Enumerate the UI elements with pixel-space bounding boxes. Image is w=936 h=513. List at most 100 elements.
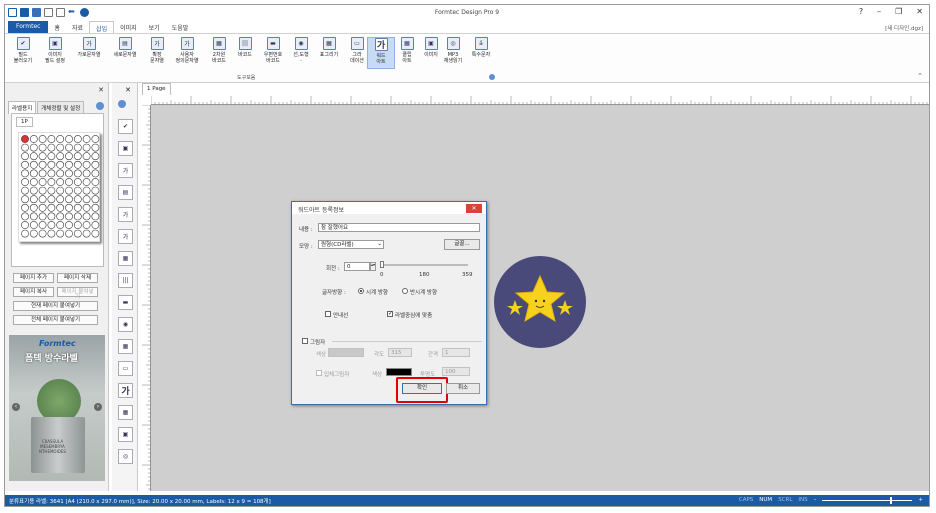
tool-gradation-icon[interactable]: ▭ [118, 361, 133, 376]
label-cell[interactable] [73, 195, 82, 204]
label-cell[interactable] [38, 221, 47, 229]
close-icon[interactable]: ✕ [916, 7, 923, 16]
label-cell[interactable] [56, 221, 65, 229]
rotation-slider-track[interactable] [382, 264, 468, 266]
label-cell[interactable] [21, 195, 29, 204]
label-cell[interactable] [65, 221, 73, 229]
tool-table-icon[interactable]: ▦ [118, 339, 133, 354]
paste-current-page-button[interactable]: 현재 페이지 붙여넣기 [13, 301, 98, 311]
label-cell[interactable] [91, 152, 100, 161]
label-cell[interactable] [65, 169, 73, 178]
zoom-in-button[interactable]: + [918, 497, 923, 503]
table-button[interactable]: ▦ 표그리기 [315, 37, 343, 58]
shadow-color2-swatch[interactable] [386, 368, 412, 376]
counterclockwise-radio[interactable] [402, 288, 408, 294]
label-cell[interactable] [29, 203, 38, 212]
label-cell[interactable] [82, 143, 91, 152]
dialog-close-button[interactable]: ✕ [466, 204, 482, 213]
label-cell[interactable] [47, 203, 56, 212]
label-cell[interactable] [91, 143, 100, 152]
label-cell[interactable] [82, 195, 91, 204]
label-cell[interactable] [73, 186, 82, 195]
toolbox-settings-icon[interactable] [118, 100, 126, 108]
wordart-label-preview[interactable] [494, 256, 586, 348]
label-cell[interactable] [29, 143, 38, 152]
label-cell[interactable] [56, 212, 65, 221]
rotation-slider-thumb[interactable] [380, 261, 384, 268]
label-cell[interactable] [21, 178, 29, 186]
label-cell[interactable] [38, 152, 47, 161]
label-cell[interactable] [91, 229, 100, 238]
label-cell[interactable] [29, 229, 38, 238]
tab-insert[interactable]: 삽입 [89, 21, 115, 33]
solid-shadow-checkbox[interactable] [316, 370, 322, 376]
label-cell[interactable] [82, 186, 91, 195]
postal-barcode-button[interactable]: ▬ 우편번호 바코드 [259, 37, 287, 64]
options-icon[interactable] [489, 74, 495, 80]
label-cell[interactable] [56, 160, 65, 169]
label-cell[interactable] [29, 178, 38, 186]
label-cell[interactable] [91, 135, 100, 143]
label-cell[interactable] [47, 143, 56, 152]
label-cell[interactable] [65, 186, 73, 195]
label-cell[interactable] [56, 143, 65, 152]
shadow-checkbox[interactable] [302, 338, 308, 344]
label-cell[interactable] [56, 229, 65, 238]
label-cell[interactable] [73, 221, 82, 229]
rotation-spinner[interactable]: ▴▾ [370, 262, 376, 271]
label-cell[interactable] [65, 195, 73, 204]
label-cell[interactable] [65, 203, 73, 212]
label-cell[interactable] [73, 152, 82, 161]
zoom-out-button[interactable]: – [814, 497, 817, 503]
label-cell[interactable] [56, 195, 65, 204]
wordart-button[interactable]: 가 워드 아트 [367, 37, 395, 69]
design-canvas[interactable] [151, 105, 929, 491]
gap-input[interactable]: 1 [442, 348, 470, 357]
tool-qr-icon[interactable]: ▦ [118, 251, 133, 266]
label-cell[interactable] [21, 186, 29, 195]
tab-help[interactable]: 도움말 [166, 21, 195, 33]
label-cell[interactable] [47, 195, 56, 204]
panel-close-icon[interactable]: ✕ [98, 86, 104, 94]
font-button[interactable]: 글꼴... [444, 239, 480, 250]
collapse-ribbon-icon[interactable]: ⌃ [917, 72, 923, 80]
tool-mp3-icon[interactable]: ◎ [118, 449, 133, 464]
extended-text-button[interactable]: 가 확장 문자열 [143, 37, 171, 64]
cancel-button[interactable]: 취소 [446, 383, 480, 394]
delete-page-button[interactable]: 페이지 삭제 [57, 273, 98, 283]
label-cell[interactable] [38, 186, 47, 195]
tab-formtec[interactable]: Formtec [8, 21, 49, 33]
tab-view[interactable]: 보기 [143, 21, 166, 33]
label-cell[interactable] [29, 221, 38, 229]
label-cell[interactable] [38, 143, 47, 152]
ok-button[interactable]: 확인 [402, 383, 442, 394]
tab-image[interactable]: 이미지 [114, 21, 143, 33]
label-sheet-page[interactable] [18, 132, 100, 242]
label-cell[interactable] [47, 186, 56, 195]
tool-field-load-icon[interactable]: ✔ [118, 119, 133, 134]
label-cell[interactable] [56, 203, 65, 212]
tool-horizontal-text-icon[interactable]: 가 [118, 163, 133, 178]
ad-next-icon[interactable]: › [94, 403, 102, 411]
label-cell[interactable] [38, 195, 47, 204]
label-cell[interactable] [56, 152, 65, 161]
label-cell[interactable] [47, 169, 56, 178]
label-cell[interactable] [91, 203, 100, 212]
tool-extended-text-icon[interactable]: 가 [118, 207, 133, 222]
label-cell[interactable] [38, 135, 47, 143]
tool-shape-icon[interactable]: ◉ [118, 317, 133, 332]
label-cell[interactable] [47, 160, 56, 169]
label-cell[interactable] [82, 178, 91, 186]
label-cell[interactable] [47, 178, 56, 186]
label-cell[interactable] [65, 178, 73, 186]
label-cell[interactable] [91, 178, 100, 186]
tool-image-icon[interactable]: ▣ [118, 427, 133, 442]
help-icon[interactable]: ? [859, 7, 863, 16]
field-load-button[interactable]: ✔ 필드 불러오기 [9, 37, 37, 64]
label-cell[interactable] [65, 212, 73, 221]
panel-help-icon[interactable] [96, 102, 104, 110]
label-cell[interactable] [73, 160, 82, 169]
fit-center-checkbox[interactable]: ✓ [387, 311, 393, 317]
label-cell[interactable] [82, 221, 91, 229]
label-cell[interactable] [82, 203, 91, 212]
